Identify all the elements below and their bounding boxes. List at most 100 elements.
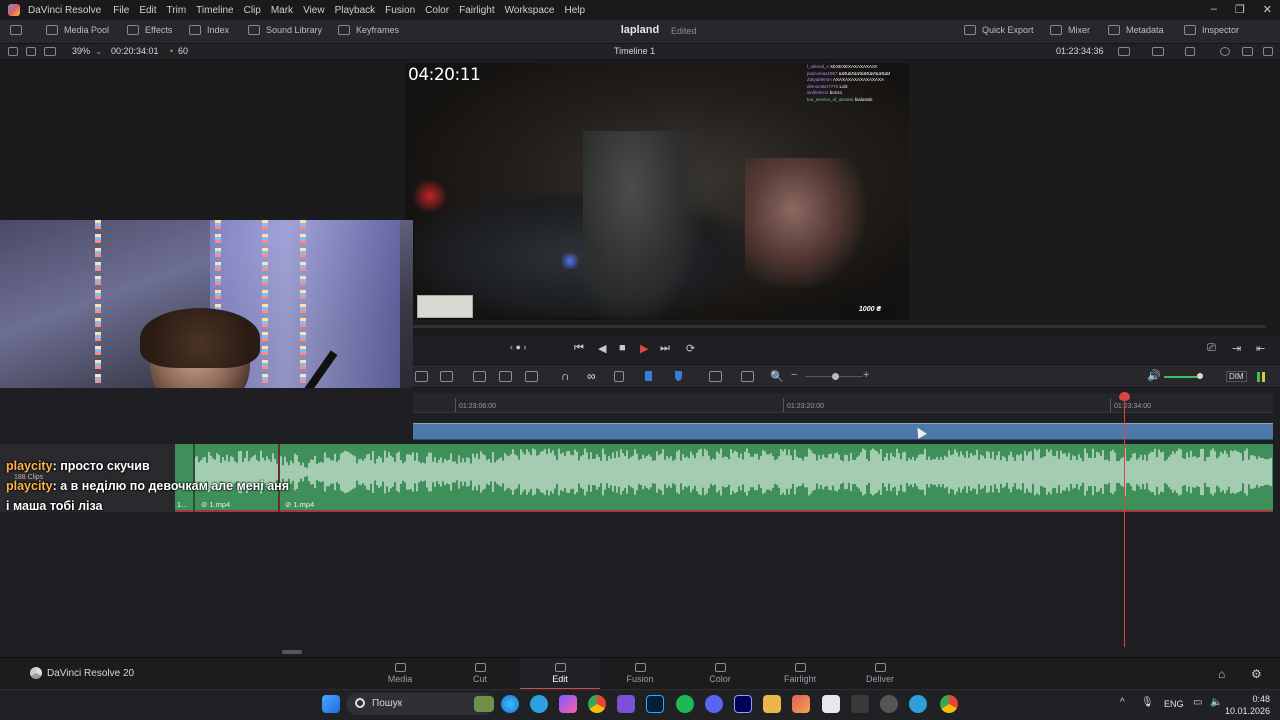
playhead[interactable] [1124, 393, 1125, 647]
search-highlight-icon[interactable] [474, 696, 494, 712]
chrome-icon[interactable] [588, 695, 606, 713]
zoom-full-icon[interactable] [709, 371, 722, 382]
go-to-start-icon[interactable]: ⏮ [574, 342, 584, 355]
menu-fairlight[interactable]: Fairlight [459, 5, 495, 16]
viewer-size-icon[interactable] [1118, 47, 1130, 56]
taskbar-clock[interactable]: 0:48 10.01.2026 [1225, 693, 1270, 717]
close-icon[interactable]: ✕ [1263, 3, 1272, 16]
fullscreen-icon[interactable] [1263, 47, 1273, 56]
network-icon[interactable]: ▭ [1193, 697, 1202, 708]
obs-icon[interactable] [880, 695, 898, 713]
insert-clip-icon[interactable] [473, 371, 486, 382]
refresh-icon[interactable] [1220, 47, 1230, 56]
snapping-icon[interactable]: ∩ [561, 369, 570, 383]
inspector-button[interactable]: Inspector [1184, 25, 1239, 35]
link-icon[interactable]: ∞ [587, 369, 596, 383]
file-explorer-icon[interactable] [763, 695, 781, 713]
page-tab-fairlight[interactable]: Fairlight [760, 658, 840, 690]
menu-edit[interactable]: Edit [139, 5, 156, 16]
page-tab-edit[interactable]: Edit [520, 658, 600, 690]
viewer-scrub-bar[interactable] [413, 325, 1266, 328]
spotify-icon[interactable] [676, 695, 694, 713]
mixer-button[interactable]: Mixer [1050, 25, 1090, 35]
discord-icon[interactable] [705, 695, 723, 713]
menu-clip[interactable]: Clip [244, 5, 261, 16]
zoom-custom-icon[interactable]: 🔍 [770, 370, 784, 383]
app-icon[interactable] [559, 695, 577, 713]
menu-color[interactable]: Color [425, 5, 449, 16]
overlay-icon[interactable] [1152, 47, 1164, 56]
menu-view[interactable]: View [303, 5, 325, 16]
replace-clip-icon[interactable] [525, 371, 538, 382]
tray-chevron-up-icon[interactable]: ^ [1120, 697, 1125, 708]
play-reverse-icon[interactable]: ◀ [598, 342, 606, 355]
home-icon[interactable]: ⌂ [1218, 667, 1225, 681]
photoshop-icon[interactable] [646, 695, 664, 713]
dim-button[interactable]: DIM [1226, 371, 1247, 382]
next-edit-icon[interactable]: ⇥ [1232, 342, 1241, 355]
viewer-frame[interactable]: 04:20:11 l_ukteral_s ХЕХЕХЕХАХАХАХАХ!! p… [405, 63, 909, 320]
play-icon[interactable]: ▶ [640, 342, 648, 355]
telegram-icon[interactable] [530, 695, 548, 713]
trim-mode-icon[interactable] [440, 371, 453, 382]
layout-icon[interactable] [8, 47, 18, 56]
split-view-icon[interactable] [1242, 47, 1253, 56]
marker-icon[interactable] [675, 371, 682, 381]
telegram-icon[interactable] [909, 695, 927, 713]
prev-edit-icon[interactable]: ⇤ [1256, 342, 1265, 355]
page-tab-media[interactable]: Media [360, 658, 440, 690]
app-icon[interactable] [792, 695, 810, 713]
zoom-out-icon[interactable]: − [791, 369, 797, 381]
go-to-end-icon[interactable]: ⏭ [660, 342, 670, 355]
microphone-icon[interactable]: 🎙 [1141, 697, 1154, 708]
viewer-mode-icon[interactable] [26, 47, 36, 56]
page-tab-color[interactable]: Color [680, 658, 760, 690]
quick-export-button[interactable]: Quick Export [964, 25, 1034, 35]
transform-icon[interactable] [1185, 47, 1195, 56]
jog-wheel-icon[interactable]: ‹ ● › [510, 342, 526, 352]
page-tab-cut[interactable]: Cut [440, 658, 520, 690]
menu-fusion[interactable]: Fusion [385, 5, 415, 16]
notepad-icon[interactable] [822, 695, 840, 713]
app-icon[interactable] [851, 695, 869, 713]
edge-icon[interactable] [501, 695, 519, 713]
menu-mark[interactable]: Mark [271, 5, 293, 16]
zoom-chevron-down-icon[interactable]: ⌄ [95, 46, 103, 57]
taskbar-search[interactable]: Пошук [346, 693, 494, 715]
page-tab-deliver[interactable]: Deliver [840, 658, 920, 690]
zoom-level[interactable]: 39% [72, 46, 90, 56]
match-frame-icon[interactable]: ⎚ [1207, 342, 1216, 355]
zoom-in-icon[interactable]: + [863, 369, 869, 381]
maximize-icon[interactable]: ❐ [1235, 3, 1245, 16]
lock-icon[interactable] [614, 371, 624, 382]
zoom-slider-handle[interactable] [832, 373, 839, 380]
page-tab-fusion[interactable]: Fusion [600, 658, 680, 690]
minimize-icon[interactable]: – [1211, 3, 1217, 16]
premiere-icon[interactable] [734, 695, 752, 713]
chrome-icon[interactable] [940, 695, 958, 713]
twitch-icon[interactable] [617, 695, 635, 713]
stop-icon[interactable]: ■ [619, 342, 626, 354]
zoom-detail-icon[interactable] [741, 371, 754, 382]
volume-slider[interactable] [1164, 376, 1200, 378]
menu-file[interactable]: File [113, 5, 129, 16]
overwrite-clip-icon[interactable] [499, 371, 512, 382]
selection-mode-icon[interactable] [415, 371, 428, 382]
menu-playback[interactable]: Playback [335, 5, 376, 16]
playhead-handle[interactable] [1119, 392, 1130, 401]
windows-start-icon[interactable] [322, 695, 340, 713]
timeline-scrollbar[interactable] [282, 650, 302, 654]
video-track-clip[interactable] [413, 423, 1273, 440]
settings-gear-icon[interactable]: ⚙ [1251, 667, 1262, 681]
menu-timeline[interactable]: Timeline [196, 5, 233, 16]
menu-help[interactable]: Help [564, 5, 585, 16]
loop-icon[interactable]: ⟳ [686, 342, 695, 355]
speaker-icon[interactable]: 🔈 [1210, 697, 1222, 708]
language-indicator[interactable]: ENG [1164, 699, 1184, 709]
menu-workspace[interactable]: Workspace [505, 5, 555, 16]
timeline-name[interactable]: Timeline 1 [614, 46, 655, 56]
clip-view-icon[interactable] [44, 47, 56, 56]
menu-trim[interactable]: Trim [167, 5, 187, 16]
audio-track[interactable]: 1... ⊘ 1.mp4 ⊘ 1.mp4 [175, 444, 1273, 512]
volume-handle[interactable] [1197, 373, 1203, 379]
